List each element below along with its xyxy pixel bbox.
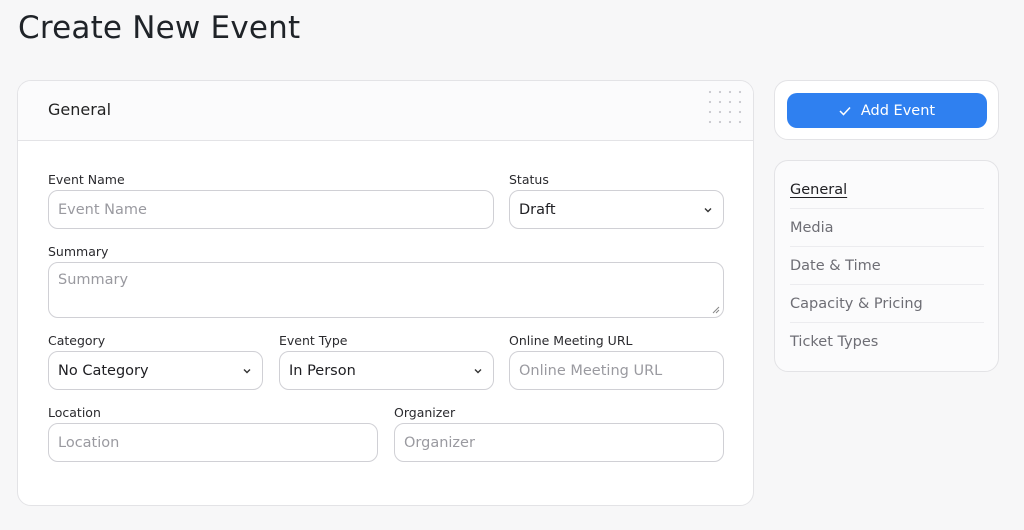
- card-title: General: [48, 100, 112, 119]
- nav-item-general[interactable]: General: [790, 171, 984, 209]
- online-url-input[interactable]: Online Meeting URL: [509, 351, 724, 390]
- summary-label: Summary: [48, 244, 109, 259]
- category-value: No Category: [58, 362, 149, 379]
- event-type-select[interactable]: In Person: [279, 351, 494, 390]
- check-icon: [839, 106, 851, 116]
- dot-pattern-decoration: [705, 87, 747, 131]
- page-title: Create New Event: [18, 10, 301, 46]
- summary-textarea[interactable]: Summary: [48, 262, 724, 318]
- chevron-down-icon: [474, 368, 482, 373]
- add-event-button[interactable]: Add Event: [787, 93, 987, 128]
- event-name-placeholder: Event Name: [58, 201, 147, 218]
- location-input[interactable]: Location: [48, 423, 378, 462]
- organizer-input[interactable]: Organizer: [394, 423, 724, 462]
- category-label: Category: [48, 333, 106, 348]
- chevron-down-icon: [704, 207, 712, 212]
- general-card: General Event Name Event Name Status Dra…: [17, 80, 754, 506]
- category-select[interactable]: No Category: [48, 351, 263, 390]
- nav-item-media[interactable]: Media: [790, 209, 984, 247]
- location-placeholder: Location: [58, 434, 120, 451]
- section-nav: General Media Date & Time Capacity & Pri…: [774, 160, 999, 372]
- organizer-label: Organizer: [394, 405, 456, 420]
- actions-card: Add Event: [774, 80, 999, 140]
- chevron-down-icon: [243, 368, 251, 373]
- organizer-placeholder: Organizer: [404, 434, 475, 451]
- summary-placeholder: Summary: [58, 272, 129, 288]
- nav-item-date-time[interactable]: Date & Time: [790, 247, 984, 285]
- nav-item-ticket-types[interactable]: Ticket Types: [790, 323, 984, 361]
- event-type-label: Event Type: [279, 333, 348, 348]
- status-label: Status: [509, 172, 549, 187]
- nav-item-capacity-pricing[interactable]: Capacity & Pricing: [790, 285, 984, 323]
- status-select[interactable]: Draft: [509, 190, 724, 229]
- location-label: Location: [48, 405, 101, 420]
- online-url-label: Online Meeting URL: [509, 333, 633, 348]
- add-event-label: Add Event: [860, 102, 936, 119]
- status-value: Draft: [519, 201, 556, 218]
- card-header: General: [18, 81, 753, 141]
- event-name-label: Event Name: [48, 172, 125, 187]
- event-name-input[interactable]: Event Name: [48, 190, 494, 229]
- event-type-value: In Person: [289, 362, 356, 379]
- resize-handle-icon[interactable]: [712, 306, 720, 314]
- online-url-placeholder: Online Meeting URL: [519, 362, 663, 379]
